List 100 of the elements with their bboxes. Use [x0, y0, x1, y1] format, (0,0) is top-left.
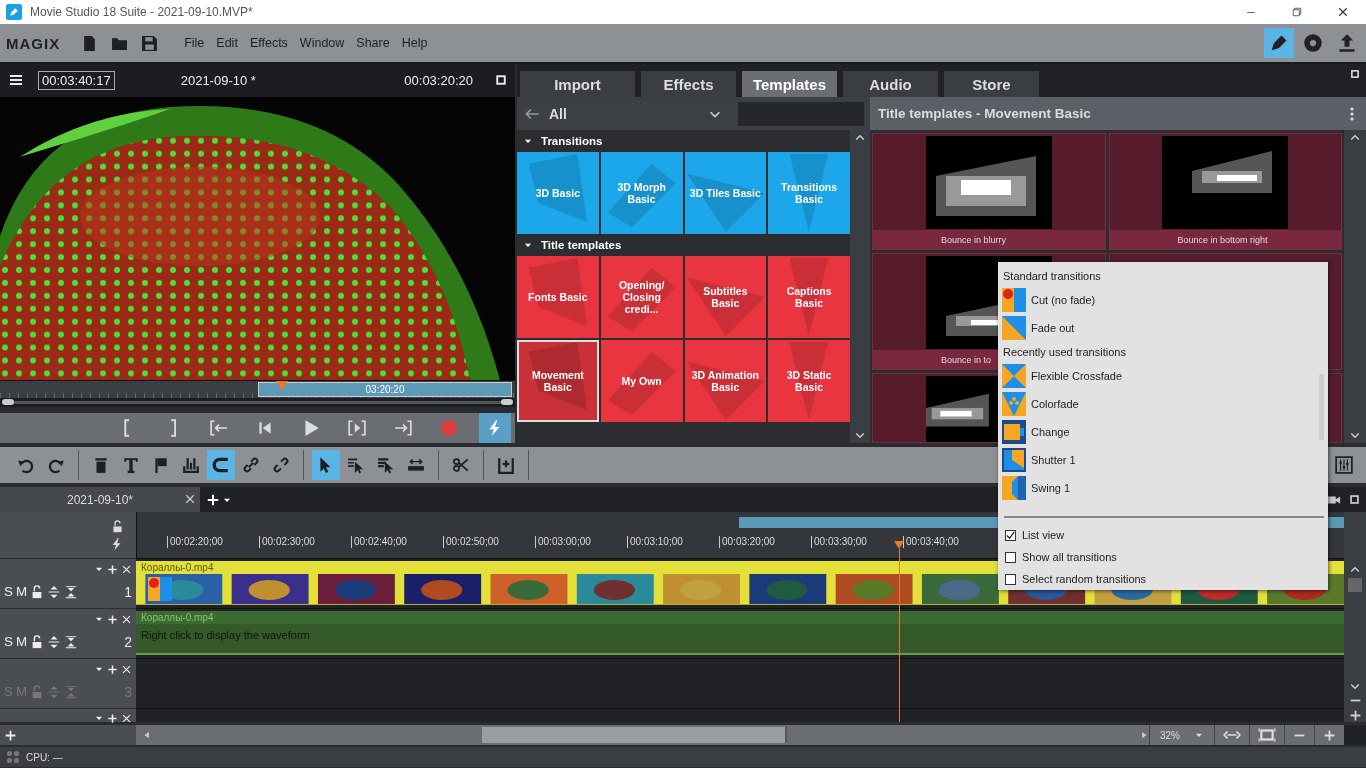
clip-name: Кораллы-0.mp4	[136, 611, 1344, 624]
collapse-icon	[64, 684, 78, 699]
tab[interactable]: Effects	[641, 71, 736, 97]
solo-button[interactable]: S	[4, 584, 13, 599]
category-tile[interactable]: 3D Tiles Basic	[684, 152, 767, 234]
transition-icon	[1002, 448, 1026, 472]
menu-item[interactable]: Effects	[243, 36, 294, 50]
logo: MAGIX	[6, 34, 61, 52]
ruler-label: 00:03:10;00	[627, 536, 719, 548]
close-icon	[121, 613, 132, 625]
category-tile[interactable]: Movement Basic	[517, 340, 599, 422]
menu-item[interactable]: Shutter 1	[1002, 446, 1312, 474]
scissors-icon	[452, 456, 470, 474]
range-label: 03:20:20	[365, 384, 405, 396]
section-header[interactable]: Transitions	[541, 135, 603, 147]
lock-button[interactable]	[30, 584, 44, 599]
scroll-left-icon	[142, 730, 152, 740]
menu-item[interactable]: Colorfade	[1002, 390, 1312, 418]
section-header[interactable]: Title templates	[541, 239, 622, 251]
jump-to-out-icon	[394, 419, 412, 437]
transition-icon	[1002, 476, 1026, 500]
solo-button[interactable]: S	[4, 634, 13, 649]
slider-handle[interactable]	[2, 399, 14, 406]
category-tile[interactable]: 3D Basic	[517, 152, 599, 234]
restore-icon	[1291, 6, 1303, 18]
plus-icon	[107, 563, 118, 575]
flag-icon	[152, 456, 170, 474]
mute-button[interactable]: M	[15, 584, 27, 599]
menu-item[interactable]: Window	[293, 36, 351, 50]
magnet-button[interactable]	[207, 450, 235, 480]
record-icon	[440, 419, 458, 437]
split-icon	[182, 456, 200, 474]
menu-item[interactable]: Share	[350, 36, 396, 50]
right-bracket-icon	[169, 419, 177, 437]
template-label: Bounce in blurry	[873, 230, 1105, 249]
close-icon	[121, 563, 132, 575]
ruler-label: 00:02:50;00	[443, 536, 535, 548]
tab[interactable]: Audio	[843, 71, 938, 97]
collapse-button[interactable]	[64, 634, 78, 649]
search-field[interactable]	[738, 101, 864, 126]
position-timecode: 00:03:40:17	[38, 70, 115, 90]
trash-icon	[92, 456, 110, 474]
option-label[interactable]: List view	[1022, 529, 1065, 541]
category-tile[interactable]: My Own	[600, 340, 683, 422]
stretch-icon	[407, 456, 425, 474]
maximize-icon	[1349, 494, 1360, 505]
zoom-level[interactable]: 32%	[1160, 729, 1180, 741]
pointer-button[interactable]	[312, 450, 340, 480]
scroll-thumb[interactable]	[1348, 578, 1362, 592]
unlink-icon	[272, 456, 290, 474]
playhead-icon[interactable]	[894, 541, 904, 549]
menu-item[interactable]: Help	[395, 36, 434, 50]
transition-icon	[1002, 420, 1026, 444]
menu-item[interactable]: Swing 1	[1002, 474, 1312, 502]
mute-button[interactable]: M	[15, 634, 27, 649]
category-tile[interactable]: 3D Static Basic	[768, 340, 850, 422]
ruler-label: 00:03:00;00	[535, 536, 627, 548]
mixer-icon	[1335, 456, 1353, 474]
category-tile[interactable]: Fonts Basic	[517, 256, 599, 338]
cpu-status: CPU: —	[26, 751, 63, 763]
ruler-label: 00:02:40;00	[351, 536, 443, 548]
checkbox[interactable]	[1005, 551, 1016, 563]
play-icon	[302, 419, 320, 437]
plus-icon	[107, 663, 118, 675]
menu-item[interactable]: Edit	[210, 36, 244, 50]
menu-item[interactable]: Change	[1002, 418, 1312, 446]
menu-section-title: Standard transitions	[1003, 270, 1101, 282]
window-title: Movie Studio 18 Suite - 2021-09-10.MVP*	[30, 5, 254, 19]
collapse-button[interactable]	[64, 584, 78, 599]
project-tab[interactable]: 2021-09-10*	[0, 487, 200, 512]
lock-button[interactable]	[30, 634, 44, 649]
template-card[interactable]: Bounce in bottom right	[1108, 133, 1342, 250]
pen-button[interactable]	[1264, 28, 1294, 58]
tab[interactable]: Templates	[742, 71, 837, 97]
ruler-label: 00:03:20;00	[719, 536, 811, 548]
template-card[interactable]: Bounce in blurry	[872, 133, 1106, 250]
multi-track-pointer-icon	[377, 456, 395, 474]
category-tile[interactable]: 3D Morph Basic	[600, 152, 683, 234]
text-icon	[122, 456, 140, 474]
waveform-hint: Right click to display the waveform	[140, 629, 311, 641]
checkbox[interactable]	[1005, 573, 1016, 585]
disc-icon	[1303, 33, 1323, 53]
upload-icon	[1337, 33, 1357, 53]
category-tile[interactable]: Opening/ Closing credi...	[600, 256, 683, 338]
close-icon	[1337, 6, 1349, 18]
lightning-button[interactable]	[479, 413, 511, 443]
tab[interactable]: Store	[944, 71, 1039, 97]
maximize-button[interactable]	[495, 74, 507, 87]
slider-handle[interactable]	[501, 399, 513, 406]
option-label[interactable]: Show all transitions	[1022, 551, 1117, 563]
category-tile[interactable]: Captions Basic	[768, 256, 850, 338]
tab[interactable]: Import	[520, 71, 635, 97]
scroll-thumb[interactable]	[482, 727, 787, 743]
ruler-label: 00:02:30;00	[259, 536, 351, 548]
option-label[interactable]: Select random transitions	[1022, 573, 1147, 585]
menu-item[interactable]: File	[178, 36, 211, 50]
category-tile[interactable]: Subtitles Basic	[684, 256, 767, 338]
close-icon	[184, 493, 196, 505]
category-tile[interactable]: 3D Animation Basic	[684, 340, 767, 422]
checkbox[interactable]	[1005, 529, 1016, 541]
